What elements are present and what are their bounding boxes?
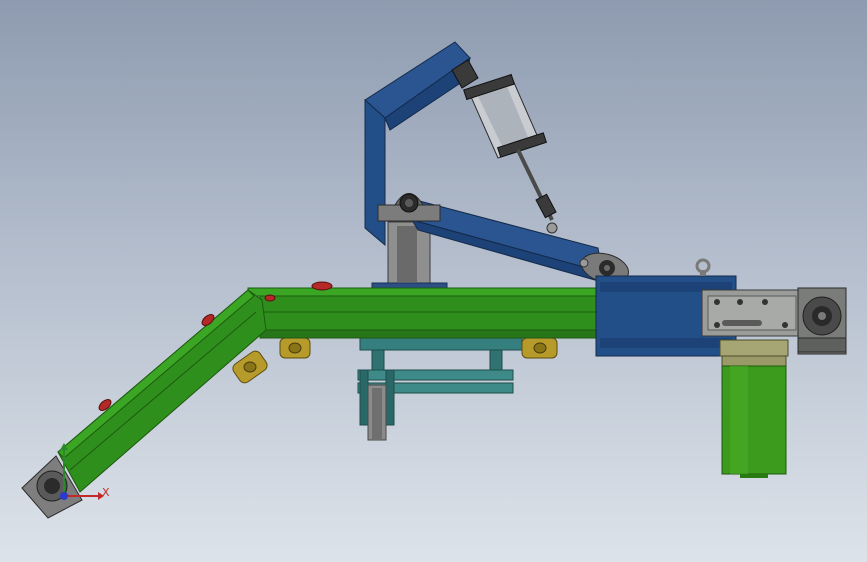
- model-scene[interactable]: [0, 0, 867, 562]
- support-stand[interactable]: [357, 337, 523, 441]
- roller-left[interactable]: [279, 337, 311, 359]
- pillow-block-upper[interactable]: [377, 193, 441, 222]
- cad-viewport[interactable]: X Y: [0, 0, 867, 562]
- pneumatic-cylinder[interactable]: [451, 59, 557, 221]
- lifting-eye[interactable]: [695, 258, 711, 276]
- roller-right[interactable]: [521, 337, 558, 359]
- drive-motor[interactable]: [719, 339, 789, 478]
- inclined-conveyor-frame[interactable]: [57, 289, 267, 493]
- axis-x-label: X: [102, 486, 110, 499]
